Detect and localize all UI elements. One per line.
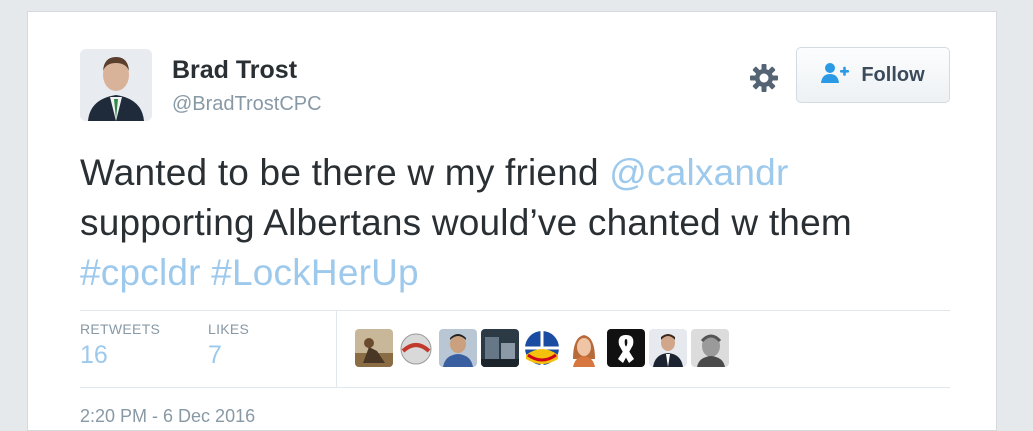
author-avatar[interactable] xyxy=(80,49,152,121)
hashtag-link-lockherup[interactable]: #LockHerUp xyxy=(211,252,419,293)
mention-link[interactable]: @calxandr xyxy=(609,152,788,193)
liker-avatar[interactable] xyxy=(523,329,561,367)
author-name[interactable]: Brad Trost xyxy=(172,56,297,85)
likers-avatars xyxy=(355,329,729,367)
tweet-text: Wanted to be there w my friend @calxandr… xyxy=(80,148,960,298)
retweets-label: RETWEETS xyxy=(80,321,161,337)
liker-avatar[interactable] xyxy=(691,329,729,367)
retweets-count: 16 xyxy=(80,341,108,369)
likes-label: LIKES xyxy=(208,321,250,337)
follow-button-label: Follow xyxy=(861,63,925,86)
follow-button[interactable]: Follow xyxy=(796,47,950,103)
tweet-text-part1: Wanted to be there w my friend xyxy=(80,152,610,193)
tweet-stats: RETWEETS 16 LIKES 7 xyxy=(80,310,950,388)
liker-avatar[interactable] xyxy=(649,329,687,367)
tweet-text-part2: supporting Albertans would’ve chanted w … xyxy=(80,202,852,243)
tweet-card: Brad Trost @BradTrostCPC Follow Wanted t… xyxy=(27,11,997,431)
likes-count: 7 xyxy=(208,341,222,369)
likes-stat[interactable]: LIKES 7 xyxy=(208,321,249,370)
hashtag-link-cpcldr[interactable]: #cpcldr xyxy=(80,252,201,293)
liker-avatar[interactable] xyxy=(481,329,519,367)
author-handle[interactable]: @BradTrostCPC xyxy=(172,93,322,116)
liker-avatar[interactable] xyxy=(439,329,477,367)
gear-icon[interactable] xyxy=(748,62,780,94)
retweets-stat[interactable]: RETWEETS 16 xyxy=(80,321,160,370)
liker-avatar[interactable] xyxy=(397,329,435,367)
liker-avatar[interactable] xyxy=(565,329,603,367)
stats-divider xyxy=(336,311,337,387)
add-user-icon xyxy=(821,62,851,89)
person-avatar-image xyxy=(80,49,152,121)
liker-avatar[interactable] xyxy=(607,329,645,367)
liker-avatar[interactable] xyxy=(355,329,393,367)
